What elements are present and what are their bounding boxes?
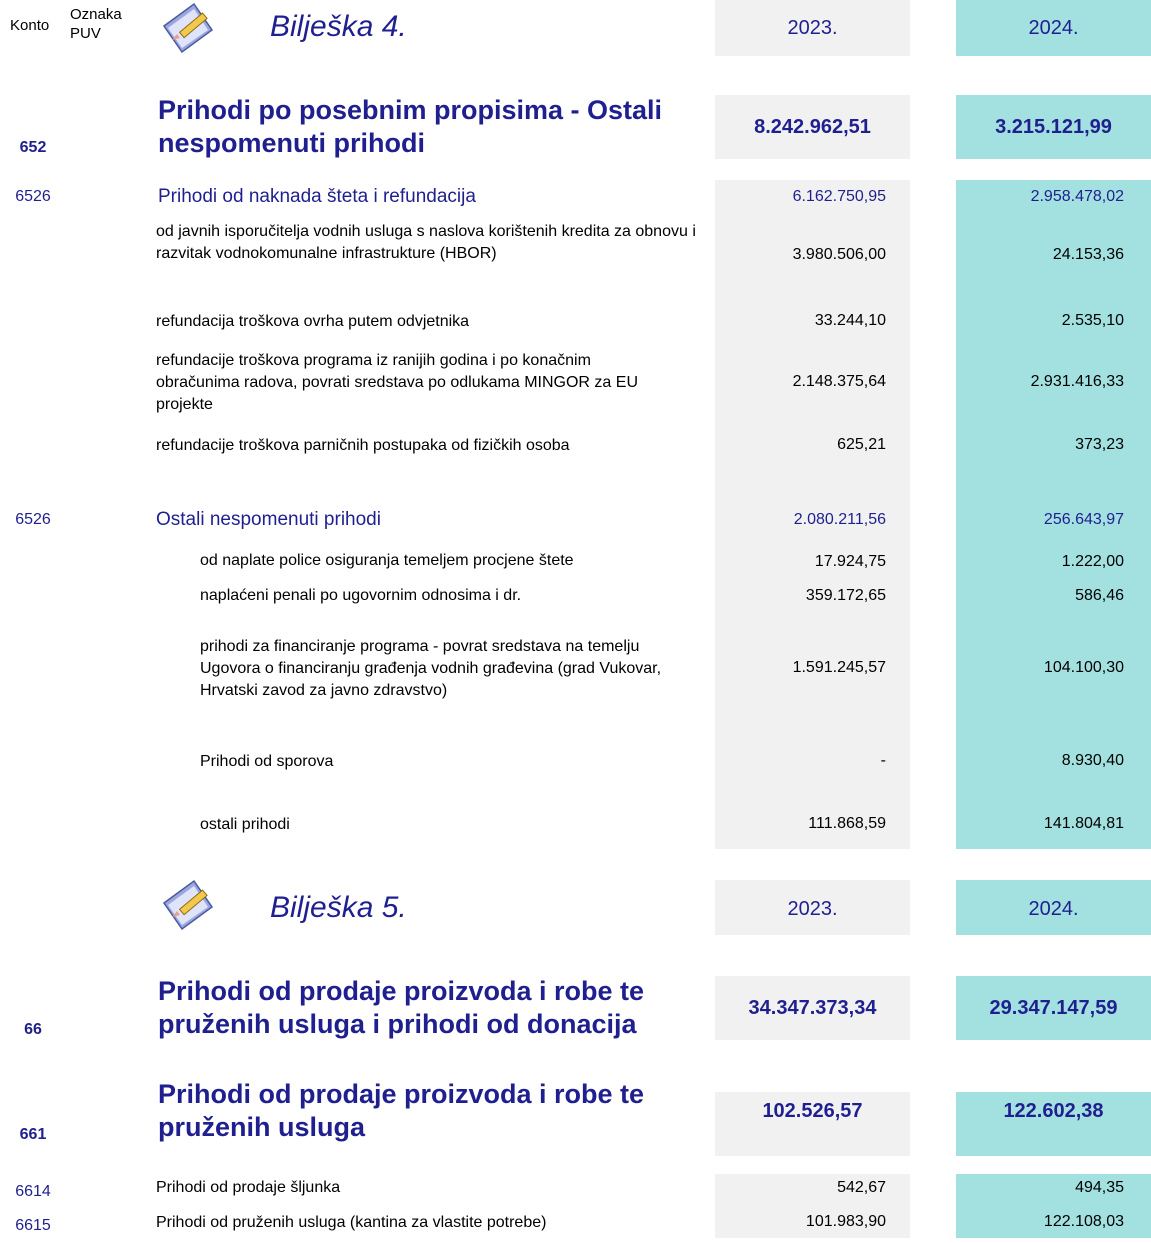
- b5-main-2024: 29.347.147,59: [989, 997, 1118, 1019]
- b5-row2-label: Prihodi od pruženih usluga (kantina za v…: [156, 1214, 547, 1231]
- b5-main2-title: Prihodi od prodaje proizvoda i robe te p…: [158, 1079, 645, 1142]
- konto-header: Konto: [10, 17, 50, 34]
- b4-sec1-row4-2024: 373,23: [1075, 436, 1124, 453]
- b5-row1-2023: 542,67: [837, 1179, 886, 1196]
- b4-sec2-row4-2023: -: [880, 752, 886, 769]
- biljeska-4-title: Bilješka 4.: [270, 10, 407, 43]
- b4-sec1-row1-2023: 3.980.506,00: [792, 246, 886, 263]
- konto-6615: 6615: [15, 1217, 51, 1234]
- konto-6526-a: 6526: [15, 188, 51, 205]
- b4-sec1-row1-2024: 24.153,36: [1052, 246, 1124, 263]
- b5-row1-2024: 494,35: [1075, 1179, 1124, 1196]
- b4-sec1-row3-2024: 2.931.416,33: [1030, 373, 1124, 390]
- b5-year-2023: 2023.: [787, 898, 838, 920]
- b4-sec1-row3-2023: 2.148.375,64: [792, 373, 886, 390]
- notepad-pencil-icon: [162, 879, 214, 931]
- b4-sec1-2023: 6.162.750,95: [792, 188, 886, 205]
- b4-sec2-row4-2024: 8.930,40: [1061, 752, 1124, 769]
- konto-661: 661: [19, 1126, 47, 1143]
- b4-sec1-row1-label: od javnih isporučitelja vodnih usluga s …: [156, 223, 696, 262]
- b5-row2-2024: 122.108,03: [1043, 1213, 1124, 1230]
- b5-year-2024: 2024.: [1028, 898, 1079, 920]
- konto-6526-b: 6526: [15, 511, 51, 528]
- b4-sec2-row1-2024: 1.222,00: [1061, 553, 1124, 570]
- konto-652: 652: [19, 139, 47, 156]
- b4-sec1-row4-2023: 625,21: [837, 436, 886, 453]
- konto-66: 66: [24, 1021, 42, 1038]
- b4-sec1-2024: 2.958.478,02: [1030, 188, 1124, 205]
- b5-main-title: Prihodi od prodaje proizvoda i robe te p…: [158, 976, 645, 1039]
- b4-sec2-row4-label: Prihodi od sporova: [200, 753, 334, 770]
- b4-sec1-row2-2023: 33.244,10: [814, 312, 886, 329]
- b5-main-2023: 34.347.373,34: [748, 997, 877, 1019]
- b4-sec2-row3-2023: 1.591.245,57: [792, 659, 886, 676]
- b4-year-2023: 2023.: [787, 17, 838, 39]
- b4-main-2023: 8.242.962,51: [754, 116, 871, 138]
- b4-sec1-row4-label: refundacije troškova parničnih postupaka…: [156, 437, 570, 454]
- b4-main-2024: 3.215.121,99: [995, 116, 1112, 138]
- b4-sec2-row2-label: naplaćeni penali po ugovornim odnosima i…: [200, 587, 522, 604]
- b4-sec2-row3-2024: 104.100,30: [1043, 659, 1124, 676]
- konto-6614: 6614: [15, 1183, 51, 1200]
- b5-main2-2024: 122.602,38: [1003, 1100, 1104, 1122]
- b4-sec2-2023: 2.080.211,56: [793, 511, 886, 528]
- b4-main-title: Prihodi po posebnim propisima - Ostali n…: [158, 95, 663, 158]
- b4-sec2-row1-2023: 17.924,75: [814, 553, 886, 570]
- b4-sec1-title: Prihodi od naknada šteta i refundacija: [158, 186, 476, 207]
- b5-row2-2023: 101.983,90: [805, 1213, 886, 1230]
- b5-main2-2023: 102.526,57: [762, 1100, 863, 1122]
- b4-sec2-title: Ostali nespomenuti prihodi: [156, 509, 381, 530]
- b4-sec1-row2-label: refundacija troškova ovrha putem odvjetn…: [156, 313, 470, 330]
- b4-sec2-row5-2023: 111.868,59: [808, 815, 886, 832]
- oznaka-header: Oznaka: [70, 6, 122, 23]
- b4-sec2-row1-label: od naplate police osiguranja temeljem pr…: [200, 552, 574, 569]
- b4-sec2-row3-label: prihodi za financiranje programa - povra…: [200, 638, 662, 699]
- b4-sec2-row2-2023: 359.172,65: [805, 587, 886, 604]
- b5-row1-label: Prihodi od prodaje šljunka: [156, 1179, 341, 1196]
- b4-sec1-row3-label: refundacije troškova programa iz ranijih…: [156, 352, 638, 413]
- b4-sec1-row2-2024: 2.535,10: [1061, 312, 1124, 329]
- b4-year-2024: 2024.: [1028, 17, 1079, 39]
- notepad-pencil-icon: [162, 2, 214, 54]
- b4-sec2-row5-label: ostali prihodi: [200, 816, 290, 833]
- biljeska-5-title: Bilješka 5.: [270, 891, 407, 924]
- b4-sec2-row5-2024: 141.804,81: [1043, 815, 1124, 832]
- b4-sec2-2024: 256.643,97: [1043, 511, 1124, 528]
- puv-header: PUV: [70, 25, 101, 42]
- b4-sec2-row2-2024: 586,46: [1075, 587, 1124, 604]
